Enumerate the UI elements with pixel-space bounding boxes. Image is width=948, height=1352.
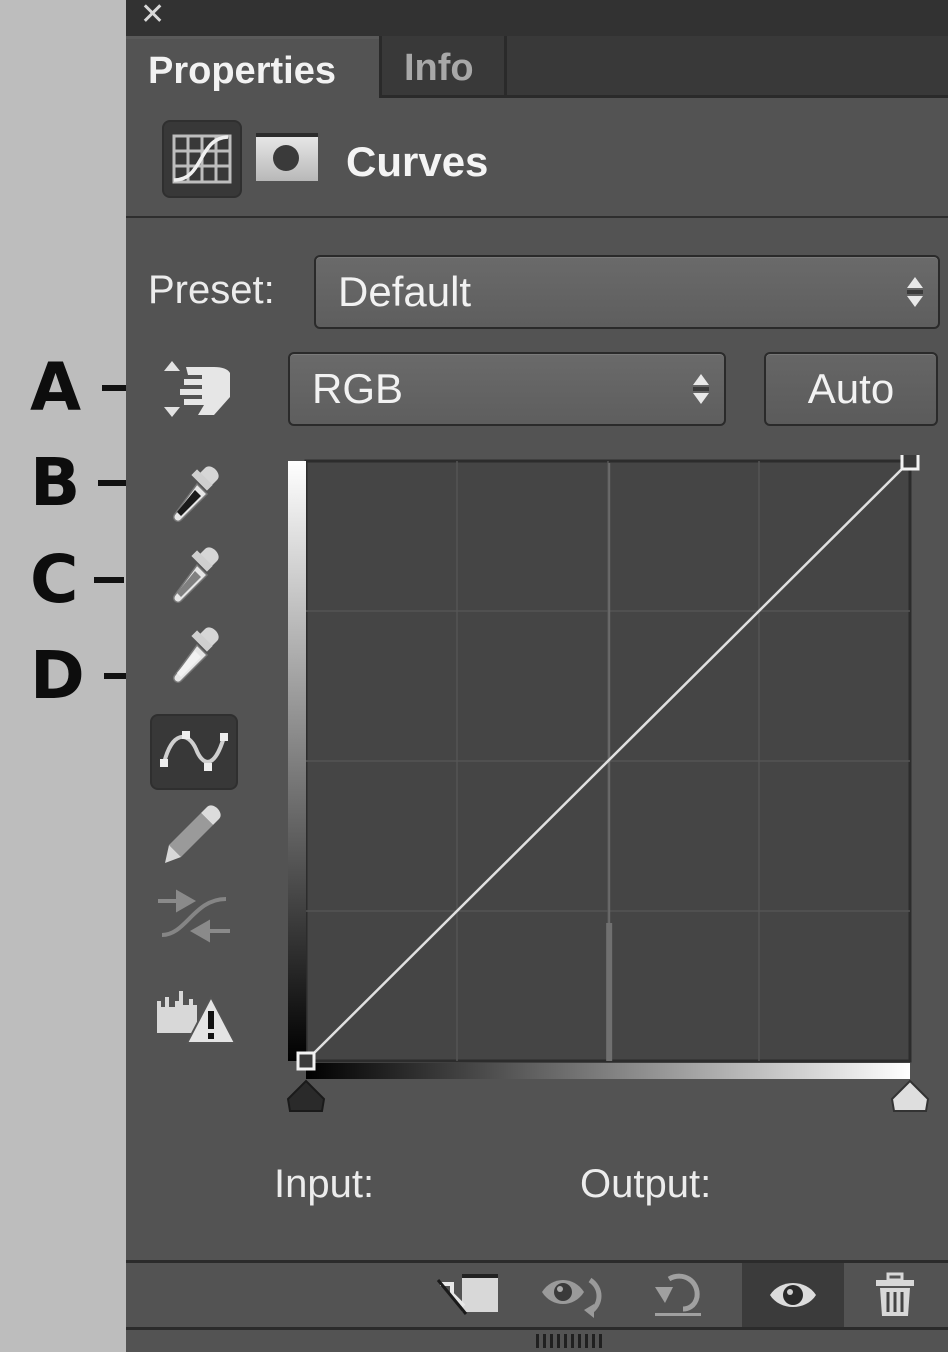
- callout-strip: A B C D: [0, 0, 134, 1352]
- auto-button[interactable]: Auto: [764, 352, 938, 426]
- clip-to-layer-button[interactable]: [424, 1263, 514, 1327]
- reset-icon: [655, 1273, 701, 1316]
- curve-point[interactable]: [296, 1051, 316, 1071]
- eye-icon: [770, 1283, 816, 1307]
- callout-letter: D: [30, 637, 85, 714]
- callout-dash: [94, 577, 124, 583]
- pencil-icon: [165, 805, 221, 863]
- toggle-visibility-button[interactable]: [742, 1263, 844, 1327]
- callout-c: C: [30, 547, 124, 613]
- black-point-eyedropper[interactable]: [154, 456, 238, 534]
- preset-select[interactable]: Default: [314, 255, 940, 329]
- curve-point[interactable]: [900, 455, 920, 471]
- clipping-warning-toggle[interactable]: [154, 978, 238, 1056]
- callout-d: D: [30, 643, 134, 709]
- tab-info[interactable]: Info: [379, 36, 507, 98]
- adjustment-header: Curves: [126, 100, 948, 218]
- histogram-spike-peak: [606, 923, 613, 1061]
- preset-value: Default: [338, 268, 472, 315]
- curve-points-icon: [160, 731, 228, 771]
- hand-updown-icon: [164, 361, 230, 417]
- curve-point-handle: [296, 1051, 316, 1071]
- callout-dash: [98, 480, 128, 486]
- panel-resize-grip[interactable]: [536, 1334, 606, 1348]
- input-sliders: [286, 1079, 930, 1112]
- panel-titlebar: ✕: [126, 0, 948, 36]
- layer-mask-icon[interactable]: [256, 133, 318, 181]
- curve-point-handle: [900, 455, 920, 471]
- callout-b: B: [30, 450, 128, 516]
- white-point-slider[interactable]: [890, 1079, 930, 1112]
- delete-layer-button[interactable]: [850, 1263, 940, 1327]
- channel-select[interactable]: RGB: [288, 352, 726, 426]
- updown-chevron-icon: [907, 277, 923, 307]
- histogram-warning-icon: [157, 991, 237, 1044]
- adjustment-title: Curves: [346, 138, 489, 185]
- targeted-adjustment-tool[interactable]: [154, 350, 238, 428]
- close-icon[interactable]: ✕: [140, 0, 165, 32]
- eye-cycle-icon: [542, 1277, 602, 1318]
- panel-footer-toolbar: [126, 1260, 948, 1330]
- properties-panel: ✕ Properties Info Curves Preset: Default…: [126, 0, 948, 1352]
- output-label: Output:: [580, 1162, 712, 1206]
- channel-value: RGB: [312, 365, 404, 412]
- white-point-eyedropper[interactable]: [154, 617, 238, 695]
- curves-adjustment-icon[interactable]: [162, 120, 242, 198]
- pencil-draw-tool[interactable]: [152, 795, 236, 873]
- smooth-curve-tool[interactable]: [152, 876, 236, 954]
- eyedropper-white-icon: [172, 627, 219, 684]
- callout-letter: B: [30, 444, 81, 521]
- smooth-arrows-icon: [158, 889, 230, 943]
- eyedropper-gray-icon: [172, 547, 219, 604]
- curves-graph[interactable]: [280, 455, 940, 1125]
- callout-letter: C: [30, 541, 79, 618]
- clip-layer-icon: [436, 1274, 498, 1315]
- tab-strip: Properties Info: [126, 36, 948, 101]
- input-gradient-bar: [306, 1063, 910, 1079]
- input-label: Input:: [274, 1162, 375, 1206]
- callout-letter: A: [30, 349, 82, 426]
- trash-icon: [876, 1272, 914, 1316]
- black-point-slider[interactable]: [286, 1079, 326, 1112]
- updown-chevron-icon: [693, 374, 709, 404]
- preset-label: Preset:: [148, 268, 275, 312]
- callout-a: A: [30, 355, 130, 421]
- reset-adjustments-button[interactable]: [632, 1263, 722, 1327]
- tab-properties[interactable]: Properties: [126, 36, 379, 101]
- output-gradient-bar: [288, 461, 306, 1061]
- gray-point-eyedropper[interactable]: [154, 537, 238, 615]
- eyedropper-black-icon: [172, 466, 219, 523]
- view-previous-state-button[interactable]: [528, 1263, 618, 1327]
- edit-points-tool[interactable]: [150, 714, 238, 790]
